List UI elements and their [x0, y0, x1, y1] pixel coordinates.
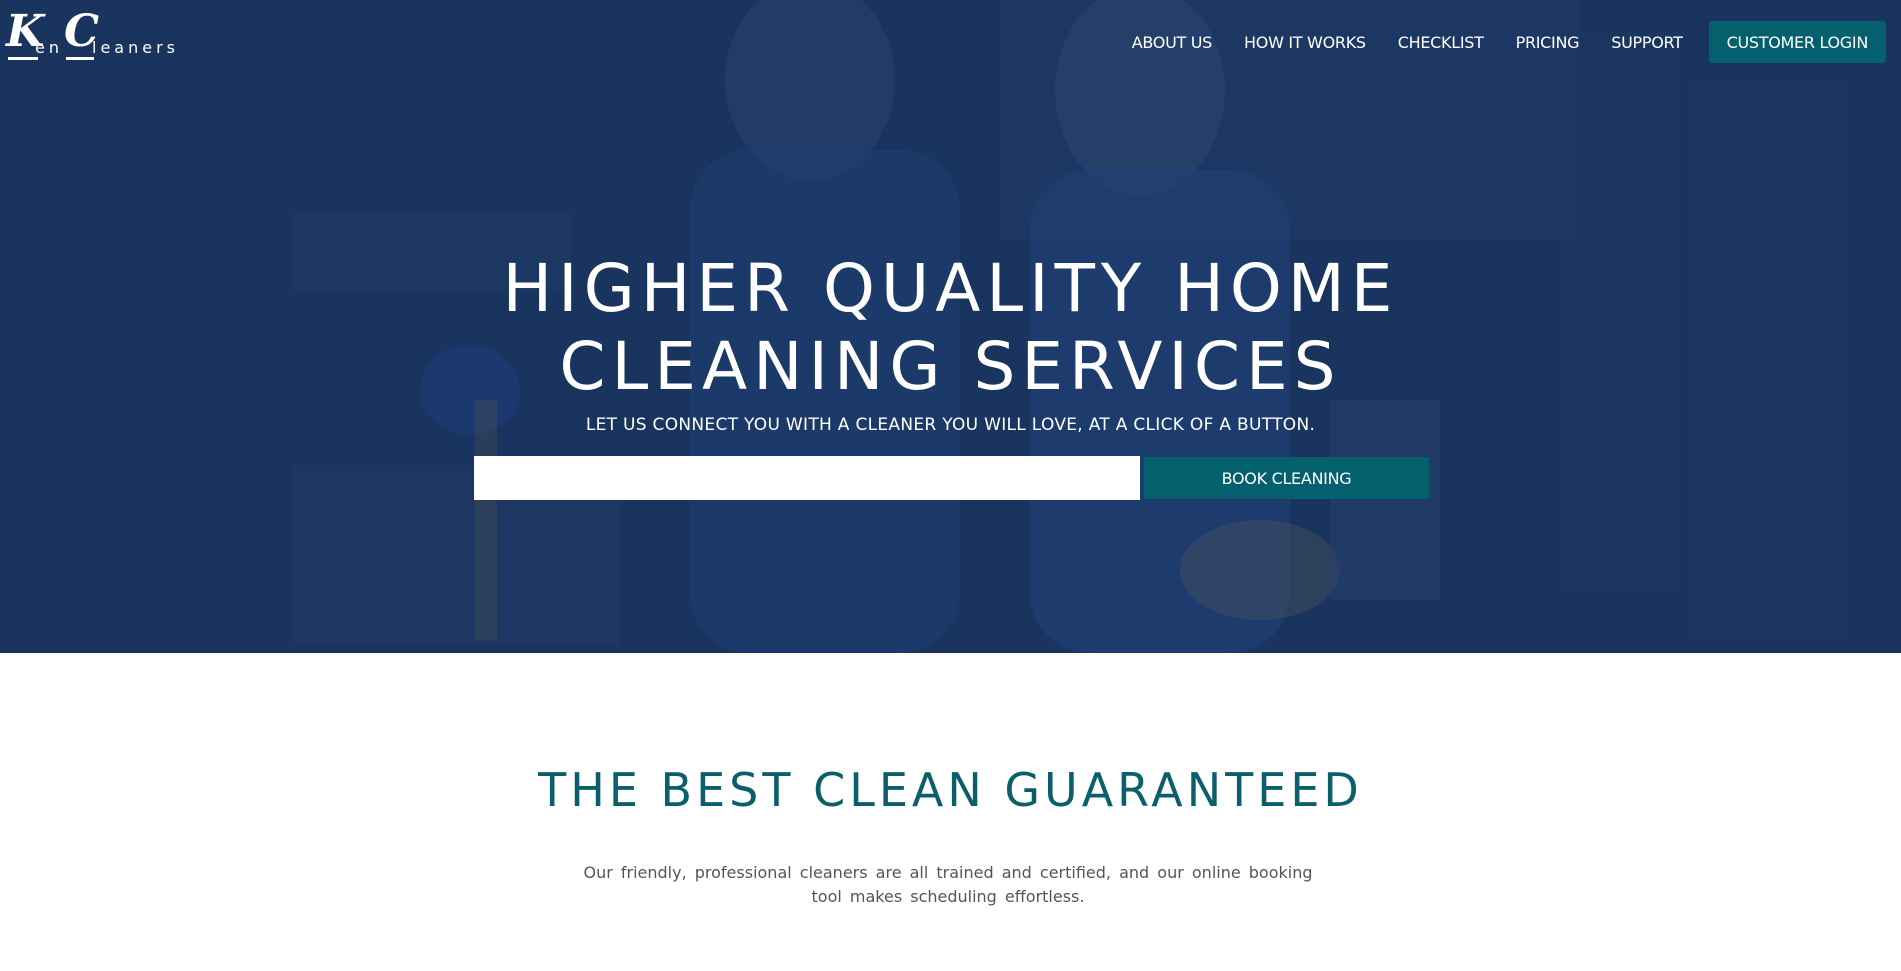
- nav-pricing[interactable]: PRICING: [1516, 33, 1580, 52]
- book-cleaning-button[interactable]: BOOK CLEANING: [1144, 457, 1429, 499]
- nav-support[interactable]: SUPPORT: [1611, 33, 1683, 52]
- hero-title-line1: HIGHER QUALITY HOME: [502, 250, 1399, 327]
- logo-text-en: en: [35, 38, 63, 57]
- booking-input[interactable]: [474, 456, 1140, 500]
- hero-section: K en C leaners ABOUT US HOW IT WORKS CHE…: [0, 0, 1901, 653]
- kencleaners-logo[interactable]: K en C leaners: [6, 10, 176, 60]
- hero-title-line2: CLEANING SERVICES: [559, 328, 1342, 405]
- nav-about-us[interactable]: ABOUT US: [1132, 33, 1213, 52]
- logo-text-leaners: leaners: [92, 38, 179, 57]
- section-title: THE BEST CLEAN GUARANTEED: [538, 763, 1363, 817]
- hero-subtitle: LET US CONNECT YOU WITH A CLEANER YOU WI…: [585, 415, 1316, 435]
- nav-how-it-works[interactable]: HOW IT WORKS: [1244, 33, 1366, 52]
- hero-title: HIGHER QUALITY HOME CLEANING SERVICES: [0, 250, 1901, 406]
- nav-checklist[interactable]: CHECKLIST: [1398, 33, 1484, 52]
- customer-login-button[interactable]: CUSTOMER LOGIN: [1708, 21, 1886, 63]
- logo-underline: [66, 57, 94, 60]
- main-nav: ABOUT US HOW IT WORKS CHECKLIST PRICING …: [1132, 21, 1886, 63]
- logo-underline: [8, 57, 38, 60]
- section-description: Our friendly, professional cleaners are …: [583, 863, 1313, 906]
